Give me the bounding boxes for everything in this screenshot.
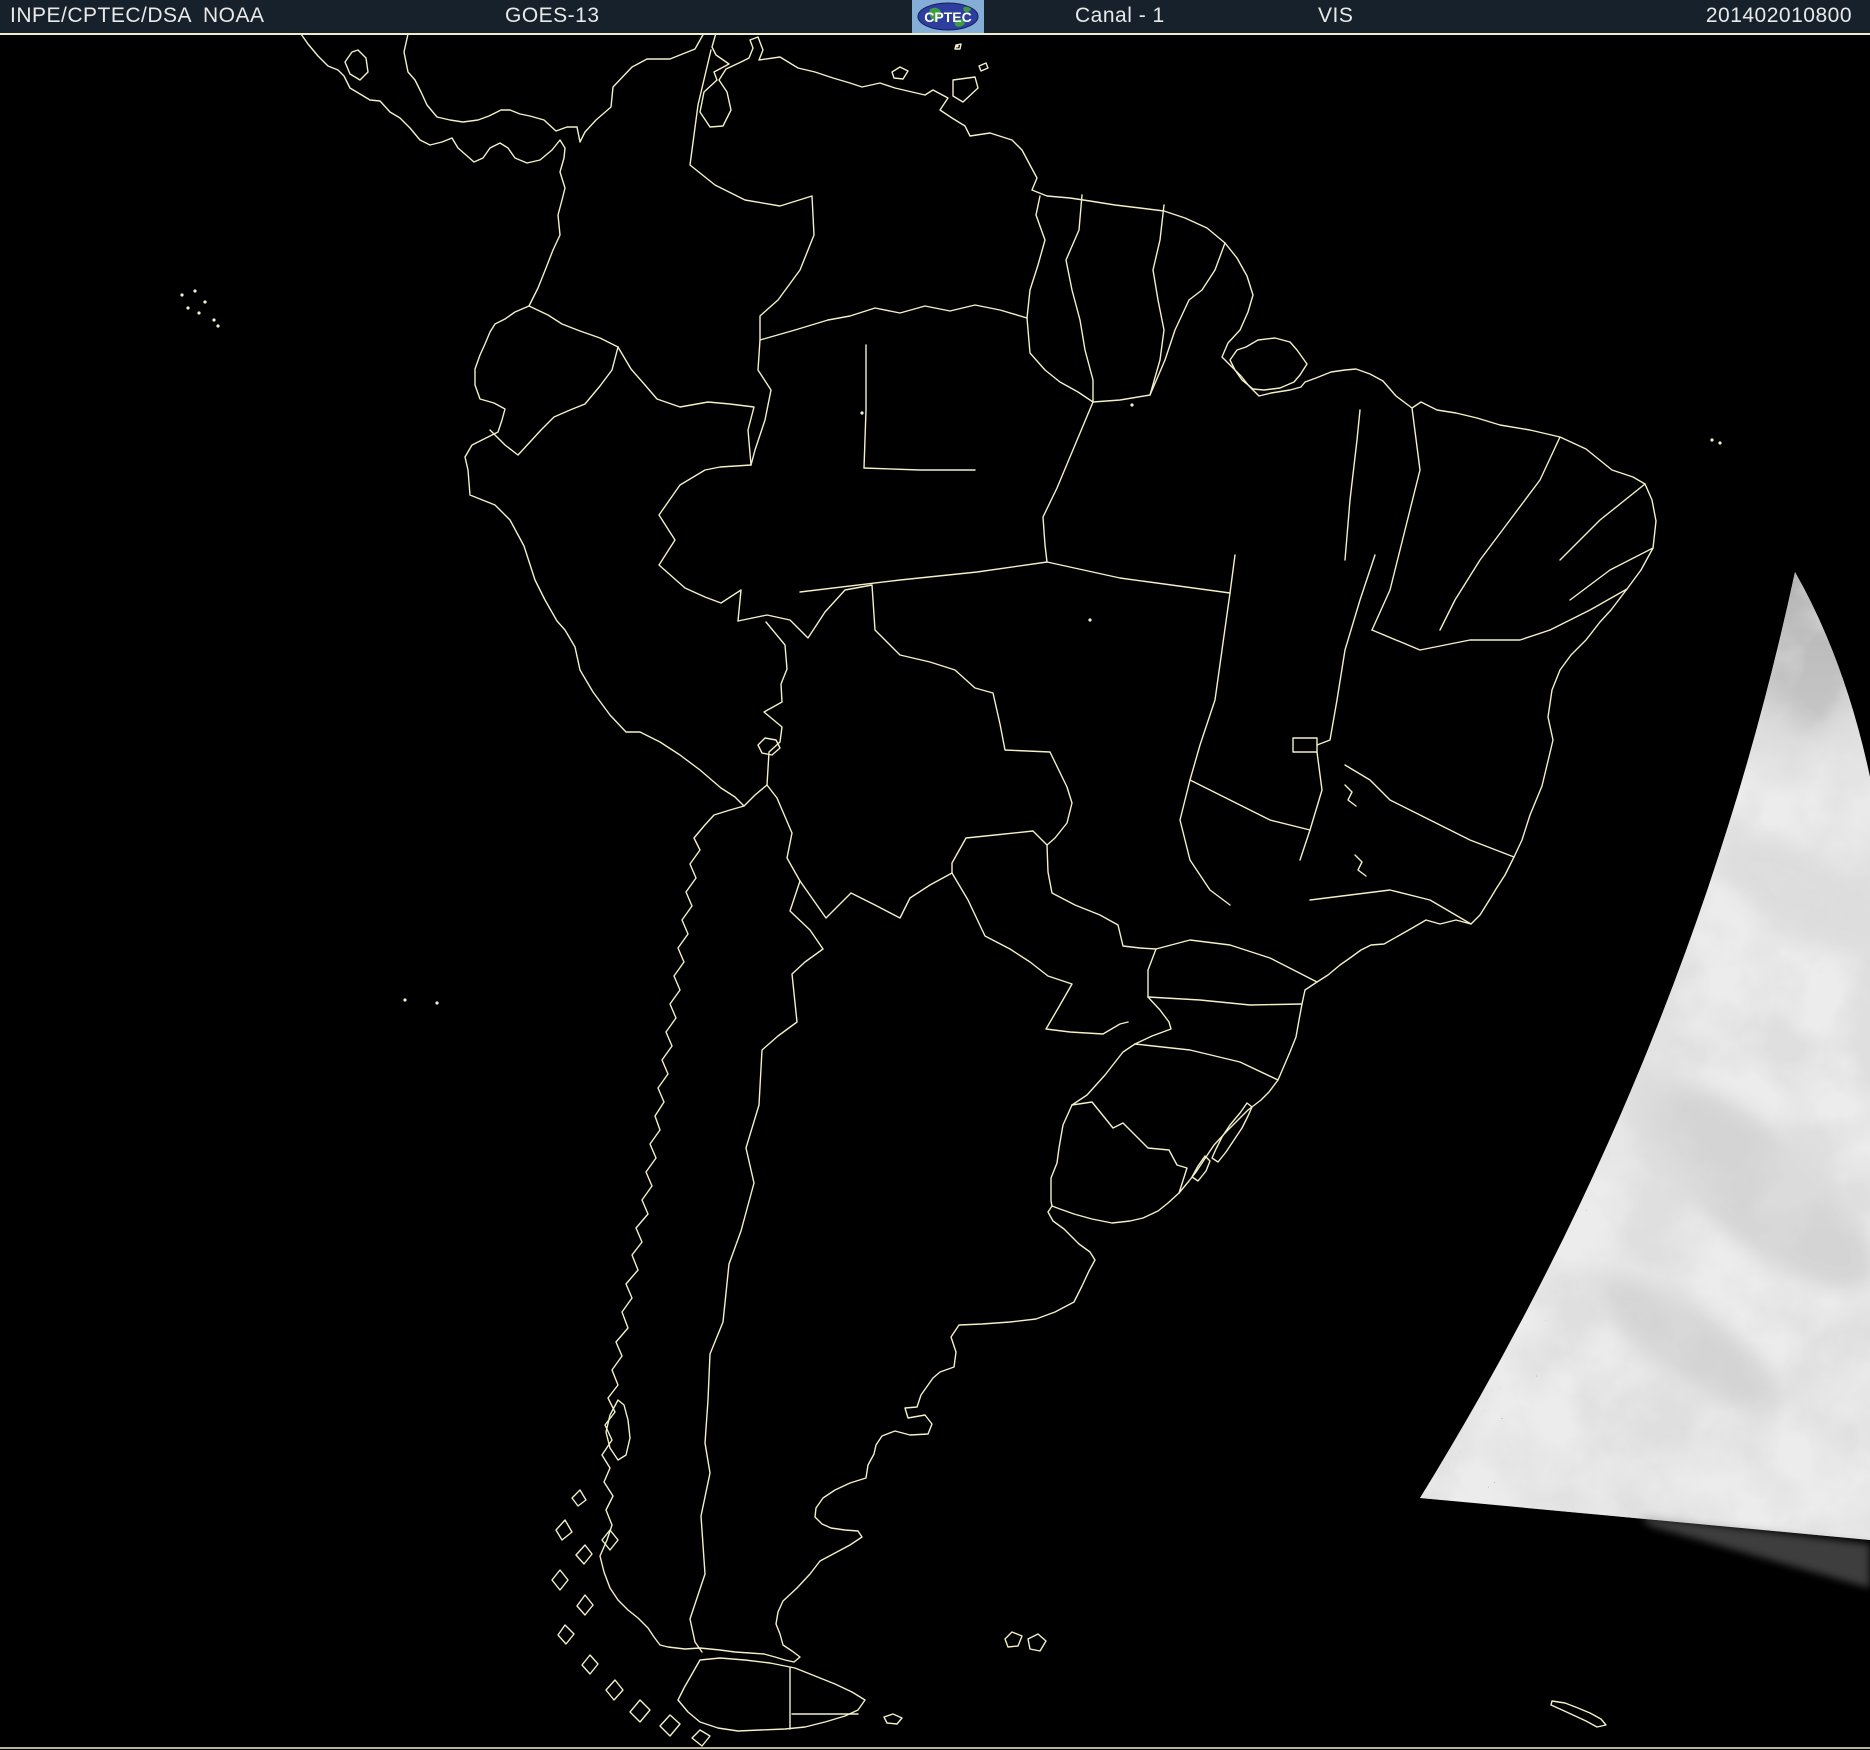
logo-text: CPTEC <box>924 9 971 25</box>
noaa-label: NOAA <box>203 4 265 27</box>
island-speck <box>1088 618 1092 622</box>
island-speck <box>435 1001 439 1005</box>
island-speck <box>955 44 959 48</box>
agency-label: INPE/CPTEC/DSA <box>10 4 193 27</box>
island-speck <box>186 306 190 310</box>
island-speck <box>860 411 864 415</box>
island-speck <box>180 293 184 297</box>
channel-label: Canal - 1 <box>1075 4 1165 27</box>
island-speck <box>193 289 197 293</box>
band-label: VIS <box>1318 4 1354 27</box>
header-separator <box>0 33 1870 35</box>
island-speck <box>1130 403 1134 407</box>
timestamp-label: 201402010800 <box>1705 4 1852 27</box>
cptec-logo: CPTEC <box>912 0 984 33</box>
bottom-border-line <box>0 1747 1870 1749</box>
island-speck <box>403 998 407 1002</box>
island-speck <box>203 300 207 304</box>
island-speck <box>212 318 216 322</box>
satellite-label: GOES-13 <box>505 4 600 27</box>
island-speck <box>216 324 220 328</box>
island-speck <box>1710 438 1714 442</box>
satellite-image-stage: INPE/CPTEC/DSA NOAA GOES-13 Canal - 1 VI… <box>0 0 1870 1750</box>
satellite-map <box>0 0 1870 1750</box>
header-bar: INPE/CPTEC/DSA NOAA GOES-13 Canal - 1 VI… <box>0 0 1870 33</box>
island-speck <box>197 311 201 315</box>
island-speck <box>1718 441 1722 445</box>
